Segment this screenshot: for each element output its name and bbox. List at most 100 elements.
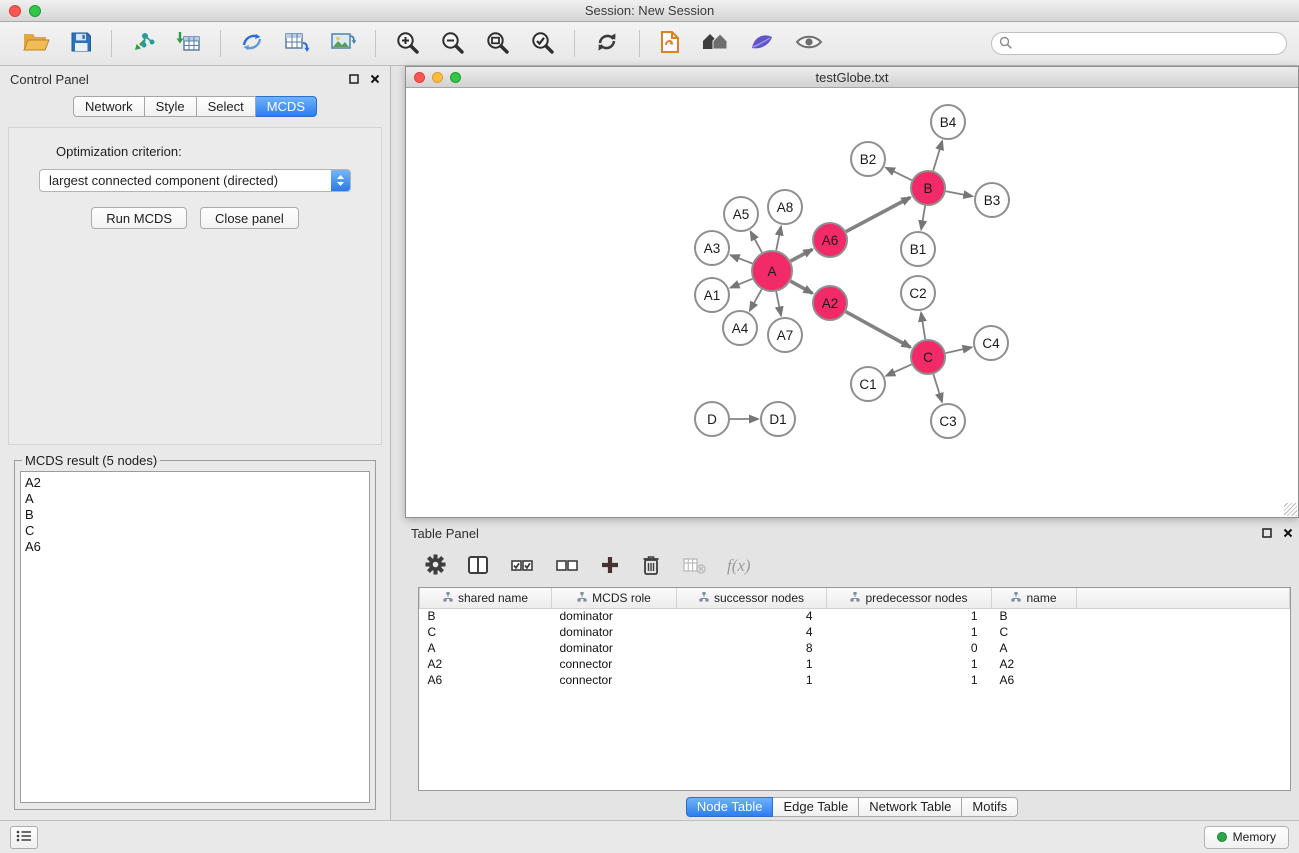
mcds-result-item[interactable]: A6 bbox=[21, 539, 369, 555]
zoom-window-button[interactable] bbox=[29, 5, 41, 17]
hidden-panels-button[interactable] bbox=[10, 826, 38, 849]
edge-A-A7[interactable] bbox=[776, 292, 781, 316]
minimize-network-window-button[interactable] bbox=[432, 72, 443, 83]
column-header-shared-name[interactable]: shared name bbox=[420, 588, 552, 608]
close-window-button[interactable] bbox=[9, 5, 21, 17]
table-cell[interactable]: A6 bbox=[992, 672, 1077, 688]
mcds-result-list[interactable]: A2ABCA6 bbox=[20, 471, 370, 803]
search-input[interactable] bbox=[991, 32, 1287, 55]
edge-C-C3[interactable] bbox=[933, 374, 942, 402]
show-hide-details-button[interactable] bbox=[791, 29, 827, 58]
new-table-button[interactable] bbox=[280, 28, 314, 59]
table-cell[interactable]: connector bbox=[552, 656, 677, 672]
deselect-all-columns-button[interactable] bbox=[555, 555, 579, 578]
zoom-network-window-button[interactable] bbox=[450, 72, 461, 83]
graph-node-B4[interactable]: B4 bbox=[931, 105, 965, 139]
table-cell[interactable]: A bbox=[420, 640, 552, 656]
column-header-name[interactable]: name bbox=[992, 588, 1077, 608]
graph-node-A8[interactable]: A8 bbox=[768, 190, 802, 224]
table-cell[interactable]: C bbox=[420, 624, 552, 640]
edge-A-A8[interactable] bbox=[776, 227, 781, 251]
table-tab-motifs[interactable]: Motifs bbox=[962, 797, 1018, 817]
refresh-view-button[interactable] bbox=[590, 28, 624, 59]
zoom-selected-button[interactable] bbox=[526, 28, 559, 60]
column-header-successor-nodes[interactable]: successor nodes bbox=[677, 588, 827, 608]
save-session-button[interactable] bbox=[66, 29, 96, 58]
edge-A-A5[interactable] bbox=[751, 232, 762, 253]
edge-A6-B[interactable] bbox=[846, 197, 910, 231]
close-panel-button[interactable]: Close panel bbox=[200, 207, 299, 229]
import-table-button[interactable] bbox=[171, 28, 205, 59]
table-settings-button[interactable] bbox=[425, 554, 446, 578]
table-cell[interactable]: A bbox=[992, 640, 1077, 656]
graph-node-A1[interactable]: A1 bbox=[695, 278, 729, 312]
function-builder-button[interactable]: f(x) bbox=[727, 556, 751, 576]
table-cell[interactable]: B bbox=[420, 608, 552, 624]
graph-node-C1[interactable]: C1 bbox=[851, 367, 885, 401]
table-cell[interactable]: dominator bbox=[552, 624, 677, 640]
memory-button[interactable]: Memory bbox=[1204, 826, 1289, 849]
table-cell[interactable]: 1 bbox=[827, 656, 992, 672]
table-cell[interactable]: 1 bbox=[677, 656, 827, 672]
graph-node-A4[interactable]: A4 bbox=[723, 311, 757, 345]
graph-node-A5[interactable]: A5 bbox=[724, 197, 758, 231]
open-session-button[interactable] bbox=[18, 29, 54, 58]
table-row[interactable]: Cdominator41C bbox=[420, 624, 1290, 640]
edge-A-A2[interactable] bbox=[790, 281, 812, 293]
float-table-panel-button[interactable] bbox=[1262, 528, 1272, 538]
graph-node-B2[interactable]: B2 bbox=[851, 142, 885, 176]
graph-node-B3[interactable]: B3 bbox=[975, 183, 1009, 217]
edge-B-B2[interactable] bbox=[886, 168, 912, 181]
table-cell[interactable]: 8 bbox=[677, 640, 827, 656]
graph-node-C4[interactable]: C4 bbox=[974, 326, 1008, 360]
table-cell[interactable]: B bbox=[992, 608, 1077, 624]
graph-node-C[interactable]: C bbox=[911, 340, 945, 374]
import-network-button[interactable] bbox=[127, 28, 159, 59]
mcds-result-item[interactable]: B bbox=[21, 507, 369, 523]
edge-A-A3[interactable] bbox=[731, 255, 753, 263]
new-network-button[interactable] bbox=[236, 28, 268, 59]
delete-table-button[interactable] bbox=[682, 555, 706, 578]
edge-C-C2[interactable] bbox=[921, 313, 925, 339]
edge-A-A4[interactable] bbox=[750, 289, 762, 310]
visual-styles-button[interactable] bbox=[745, 28, 779, 59]
mcds-result-item[interactable]: A bbox=[21, 491, 369, 507]
graph-node-D1[interactable]: D1 bbox=[761, 402, 795, 436]
close-table-panel-button[interactable] bbox=[1283, 528, 1293, 538]
table-tab-edge-table[interactable]: Edge Table bbox=[773, 797, 859, 817]
table-cell[interactable]: dominator bbox=[552, 608, 677, 624]
table-cell[interactable]: A2 bbox=[992, 656, 1077, 672]
float-panel-button[interactable] bbox=[349, 74, 359, 84]
resize-grip[interactable] bbox=[1284, 503, 1297, 516]
table-tab-network-table[interactable]: Network Table bbox=[859, 797, 962, 817]
graph-node-A2[interactable]: A2 bbox=[813, 286, 847, 320]
edge-B-B3[interactable] bbox=[946, 191, 973, 196]
table-tab-node-table[interactable]: Node Table bbox=[686, 797, 774, 817]
close-network-window-button[interactable] bbox=[414, 72, 425, 83]
column-header-predecessor-nodes[interactable]: predecessor nodes bbox=[827, 588, 992, 608]
delete-column-button[interactable] bbox=[641, 554, 661, 579]
create-column-button[interactable] bbox=[600, 555, 620, 578]
edge-C-C1[interactable] bbox=[886, 364, 911, 375]
open-document-button[interactable] bbox=[655, 28, 685, 59]
edge-A2-C[interactable] bbox=[846, 312, 911, 348]
edge-C-C4[interactable] bbox=[946, 347, 972, 353]
graph-node-B[interactable]: B bbox=[911, 171, 945, 205]
table-row[interactable]: Bdominator41B bbox=[420, 608, 1290, 624]
graph-node-A3[interactable]: A3 bbox=[695, 231, 729, 265]
edge-B-B4[interactable] bbox=[933, 141, 942, 171]
zoom-fit-button[interactable] bbox=[481, 28, 514, 60]
zoom-out-button[interactable] bbox=[436, 28, 469, 60]
table-row[interactable]: A2connector11A2 bbox=[420, 656, 1290, 672]
table-cell[interactable]: 1 bbox=[827, 672, 992, 688]
zoom-in-button[interactable] bbox=[391, 28, 424, 60]
mcds-result-item[interactable]: A2 bbox=[21, 475, 369, 491]
table-cell[interactable]: 4 bbox=[677, 608, 827, 624]
column-header-mcds-role[interactable]: MCDS role bbox=[552, 588, 677, 608]
run-mcds-button[interactable]: Run MCDS bbox=[91, 207, 187, 229]
table-cell[interactable]: 1 bbox=[827, 608, 992, 624]
edge-B-B1[interactable] bbox=[921, 206, 925, 230]
graph-node-C2[interactable]: C2 bbox=[901, 276, 935, 310]
table-cell[interactable]: C bbox=[992, 624, 1077, 640]
table-cell[interactable]: 4 bbox=[677, 624, 827, 640]
